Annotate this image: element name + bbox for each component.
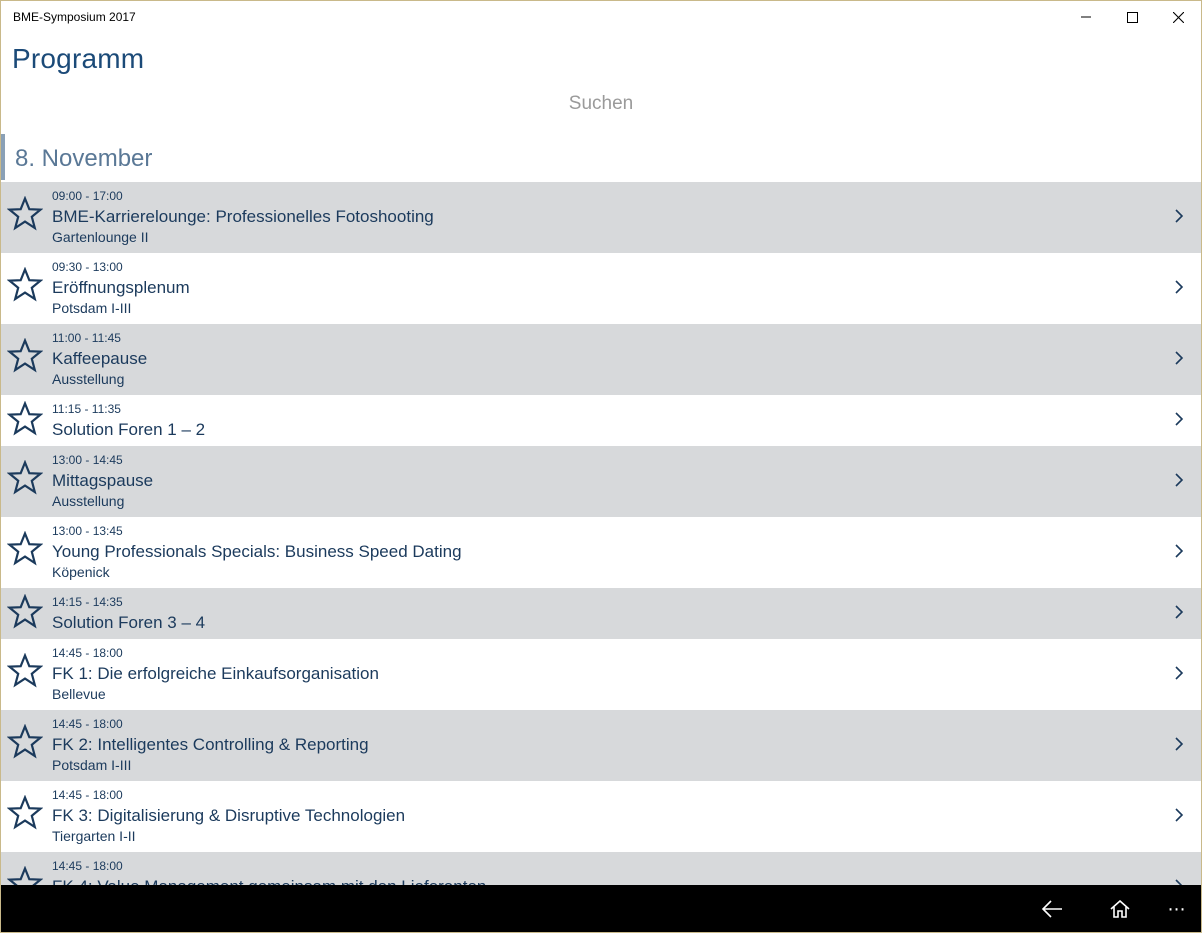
- chevron-right-icon: [1175, 473, 1184, 487]
- favorite-star-icon[interactable]: [7, 724, 43, 760]
- chevron-right-icon: [1175, 412, 1184, 426]
- item-title: Solution Foren 1 – 2: [52, 420, 206, 439]
- more-icon: ⋯: [1167, 898, 1187, 919]
- favorite-star-icon[interactable]: [7, 594, 43, 630]
- item-title: Solution Foren 3 – 4: [52, 613, 206, 632]
- program-item[interactable]: 13:00 - 14:45 Mittagspause Ausstellung: [1, 446, 1201, 517]
- item-room: Tiergarten I-II: [52, 828, 136, 844]
- item-room: Gartenlounge II: [52, 229, 149, 245]
- item-time: 09:30 - 13:00: [52, 260, 123, 274]
- minimize-icon: [1081, 16, 1091, 18]
- chevron-right-icon: [1175, 737, 1184, 751]
- program-item[interactable]: 14:45 - 18:00 FK 3: Digitalisierung & Di…: [1, 781, 1201, 852]
- more-button[interactable]: ⋯: [1153, 885, 1201, 932]
- chevron-right-icon: [1175, 808, 1184, 822]
- item-time: 09:00 - 17:00: [52, 189, 123, 203]
- item-title: Young Professionals Specials: Business S…: [52, 542, 462, 561]
- item-title: FK 2: Intelligentes Controlling & Report…: [52, 735, 369, 754]
- system-navigation-bar: ⋯: [1, 885, 1201, 932]
- back-button[interactable]: [1028, 885, 1076, 932]
- item-title: Eröffnungsplenum: [52, 278, 190, 297]
- item-time: 13:00 - 13:45: [52, 524, 123, 538]
- title-bar[interactable]: BME-Symposium 2017: [1, 1, 1201, 33]
- item-title: Mittagspause: [52, 471, 154, 490]
- chevron-right-icon: [1175, 879, 1183, 885]
- chevron-right-icon: [1175, 605, 1184, 619]
- section-date-label: 8. November: [15, 145, 153, 172]
- page-title: Programm: [12, 43, 145, 74]
- item-title: FK 1: Die erfolgreiche Einkaufsorganisat…: [52, 664, 379, 683]
- maximize-button[interactable]: [1109, 1, 1155, 33]
- item-time: 13:00 - 14:45: [52, 453, 123, 467]
- program-item[interactable]: 14:45 - 18:00 FK 4: Value Management gem…: [1, 852, 1201, 885]
- item-title: FK 3: Digitalisierung & Disruptive Techn…: [52, 806, 406, 825]
- favorite-star-icon[interactable]: [7, 531, 43, 567]
- favorite-star-icon[interactable]: [7, 866, 43, 885]
- favorite-star-icon[interactable]: [7, 460, 43, 496]
- item-room: Köpenick: [52, 564, 110, 580]
- item-time: 14:45 - 18:00: [52, 859, 123, 873]
- program-item[interactable]: 14:15 - 14:35 Solution Foren 3 – 4: [1, 588, 1201, 639]
- back-arrow-icon: [1041, 900, 1062, 918]
- item-room: Bellevue: [52, 686, 106, 702]
- app-window: BME-Symposium 2017 Programm Suchen 8. No…: [0, 0, 1202, 933]
- home-button[interactable]: [1096, 885, 1144, 932]
- maximize-icon: [1126, 11, 1138, 23]
- program-item[interactable]: 09:00 - 17:00 BME-Karrierelounge: Profes…: [1, 182, 1201, 253]
- program-list[interactable]: 09:00 - 17:00 BME-Karrierelounge: Profes…: [1, 182, 1201, 885]
- item-time: 11:15 - 11:35: [52, 402, 121, 416]
- item-title: FK 4: Value Management gemeinsam mit den…: [52, 877, 486, 885]
- favorite-star-icon[interactable]: [7, 338, 43, 374]
- item-room: Ausstellung: [52, 371, 125, 387]
- item-room: Potsdam I-III: [52, 300, 132, 316]
- chevron-right-icon: [1175, 666, 1184, 680]
- favorite-star-icon[interactable]: [7, 653, 43, 689]
- close-icon: [1172, 11, 1184, 23]
- chevron-right-icon: [1175, 351, 1184, 365]
- item-room: Ausstellung: [52, 493, 125, 509]
- favorite-star-icon[interactable]: [7, 196, 43, 232]
- program-item[interactable]: 14:45 - 18:00 FK 2: Intelligentes Contro…: [1, 710, 1201, 781]
- program-item[interactable]: 09:30 - 13:00 Eröffnungsplenum Potsdam I…: [1, 253, 1201, 324]
- program-item[interactable]: 11:15 - 11:35 Solution Foren 1 – 2: [1, 395, 1201, 446]
- chevron-right-icon: [1175, 544, 1184, 558]
- window-title: BME-Symposium 2017: [13, 10, 136, 24]
- chevron-right-icon: [1175, 209, 1184, 223]
- item-title: Kaffeepause: [52, 349, 148, 368]
- favorite-star-icon[interactable]: [7, 401, 43, 437]
- favorite-star-icon[interactable]: [7, 267, 43, 303]
- search-button[interactable]: Suchen: [1, 89, 1201, 119]
- item-time: 14:45 - 18:00: [52, 788, 123, 802]
- item-title: BME-Karrierelounge: Professionelles Foto…: [52, 207, 434, 226]
- chevron-right-icon: [1175, 280, 1184, 294]
- home-icon: [1110, 900, 1130, 918]
- item-time: 14:15 - 14:35: [52, 595, 123, 609]
- item-time: 14:45 - 18:00: [52, 646, 123, 660]
- item-time: 11:00 - 11:45: [52, 331, 121, 345]
- close-button[interactable]: [1155, 1, 1201, 33]
- item-room: Potsdam I-III: [52, 757, 132, 773]
- minimize-button[interactable]: [1063, 1, 1109, 33]
- section-accent-bar: [1, 134, 5, 180]
- section-header: 8. November: [1, 134, 1201, 180]
- program-item[interactable]: 13:00 - 13:45 Young Professionals Specia…: [1, 517, 1201, 588]
- item-time: 14:45 - 18:00: [52, 717, 123, 731]
- program-item[interactable]: 11:00 - 11:45 Kaffeepause Ausstellung: [1, 324, 1201, 395]
- program-item[interactable]: 14:45 - 18:00 FK 1: Die erfolgreiche Ein…: [1, 639, 1201, 710]
- favorite-star-icon[interactable]: [7, 795, 43, 831]
